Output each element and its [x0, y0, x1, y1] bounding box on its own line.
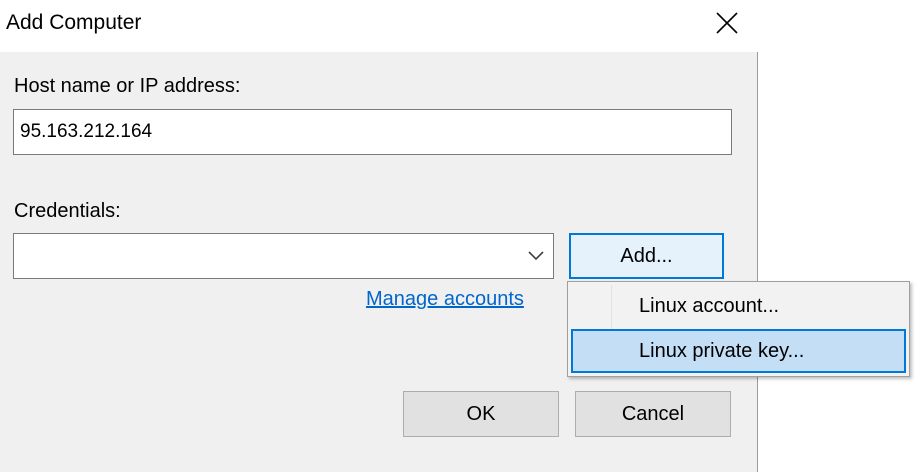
credentials-dropdown[interactable]: [13, 233, 554, 279]
add-credentials-button[interactable]: Add...: [569, 233, 724, 279]
close-button[interactable]: [703, 4, 751, 42]
menu-item-linux-account[interactable]: Linux account...: [571, 285, 906, 329]
dialog-title: Add Computer: [6, 11, 142, 34]
host-label: Host name or IP address:: [14, 75, 241, 97]
manage-accounts-link[interactable]: Manage accounts: [366, 286, 524, 312]
menu-item-label: Linux private key...: [639, 340, 805, 362]
screen: Add Computer Host name or IP address: Cr…: [0, 0, 921, 472]
chevron-down-icon: [528, 251, 544, 261]
add-credentials-menu: Linux account... Linux private key...: [567, 281, 910, 377]
credentials-label: Credentials:: [14, 200, 121, 222]
ok-button[interactable]: OK: [403, 391, 559, 437]
cancel-button[interactable]: Cancel: [575, 391, 731, 437]
menu-item-label: Linux account...: [639, 295, 780, 317]
close-icon: [716, 12, 738, 34]
host-input[interactable]: [13, 109, 732, 155]
add-computer-dialog: Add Computer Host name or IP address: Cr…: [0, 0, 758, 472]
title-bar: Add Computer: [0, 0, 758, 52]
menu-item-linux-private-key[interactable]: Linux private key...: [571, 329, 906, 373]
